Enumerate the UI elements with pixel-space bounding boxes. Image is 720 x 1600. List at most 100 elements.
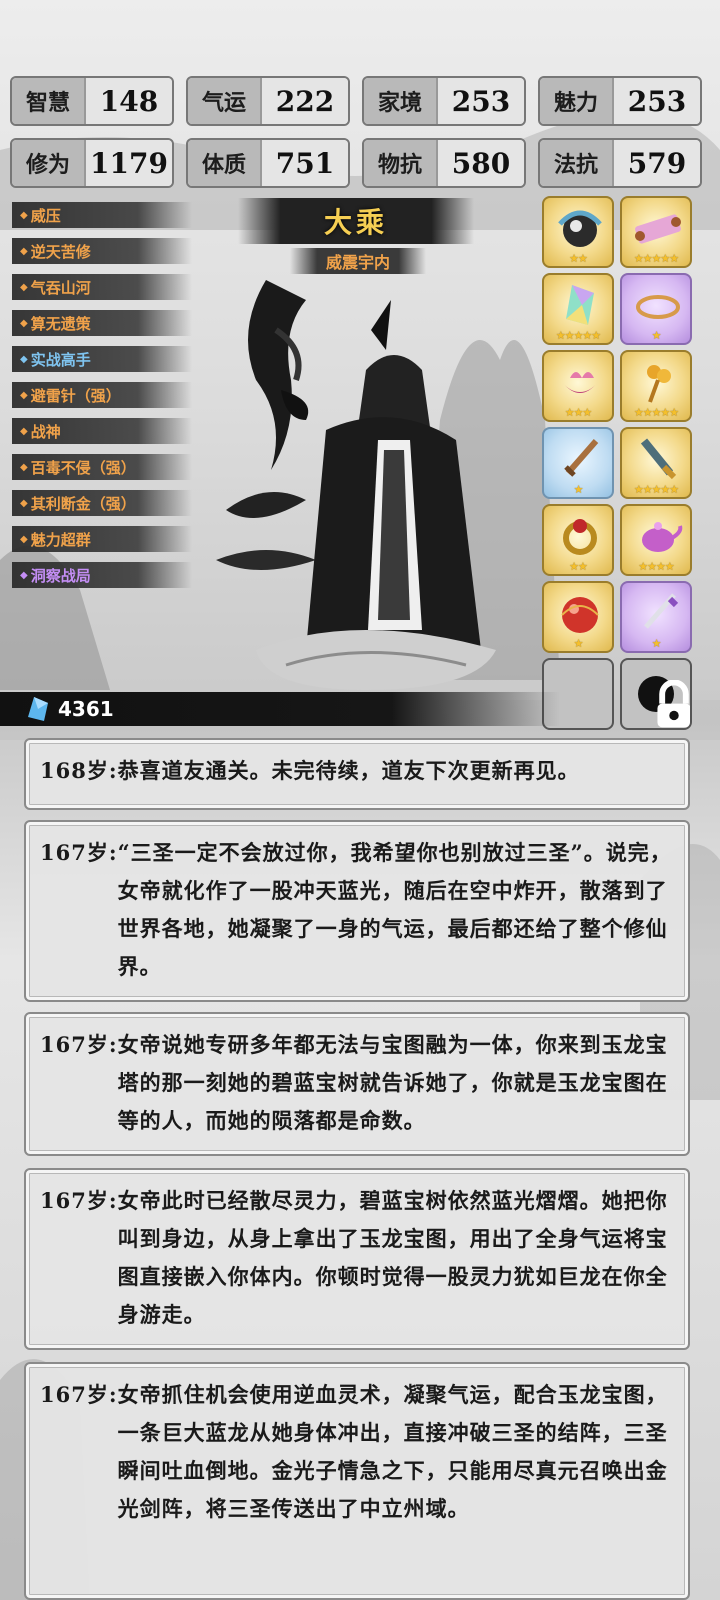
log-entry: 167岁: 女帝抓住机会使用逆血灵术，凝聚气运，配合玉龙宝图，一条巨大蓝龙从她身体… [24, 1362, 690, 1600]
stat-value: 148 [86, 78, 172, 124]
stat-label: 家境 [364, 78, 438, 124]
diamond-icon: ◆ [20, 317, 28, 329]
log-age: 167岁: [40, 1188, 118, 1213]
star-rating: ★ [651, 637, 662, 650]
stat-label: 魅力 [540, 78, 614, 124]
log-text: 女帝此时已经散尽灵力，碧蓝宝树依然蓝光熠熠。她把你叫到身边，从身上拿出了玉龙宝图… [117, 1188, 668, 1327]
item-slot-purple-sword[interactable]: ★ [620, 581, 692, 653]
item-slot-golden-ring[interactable]: ★ [620, 273, 692, 345]
stat-label: 修为 [12, 140, 86, 186]
wooden-sword-icon [564, 439, 599, 477]
skill-item[interactable]: ◆ 魅力超群 [12, 526, 192, 552]
realm-subtitle: 威震宇内 [290, 248, 426, 274]
skill-label: 算无遗策 [30, 314, 91, 333]
scroll-icon [635, 214, 681, 244]
stat-label: 法抗 [540, 140, 614, 186]
log-age: 167岁: [40, 1382, 118, 1407]
golden-ring-icon [636, 295, 680, 319]
item-slot-golden-ginseng[interactable]: ★★★★★ [620, 350, 692, 422]
item-slot-scroll[interactable]: ★★★★★ [620, 196, 692, 268]
purple-sword-icon [644, 593, 679, 629]
skill-label: 逆天苦修 [30, 242, 91, 261]
skill-item[interactable]: ◆ 避雷针（强） [12, 382, 192, 408]
ruby-ring-icon [563, 519, 597, 555]
stat-family: 家境 253 [362, 76, 526, 126]
skill-label: 避雷针（强） [30, 386, 121, 405]
diamond-icon: ◆ [20, 281, 28, 293]
log-entry: 168岁: 恭喜道友通关。未完待续，道友下次更新再见。 [24, 738, 690, 810]
skill-label: 气吞山河 [30, 278, 91, 297]
item-slot-purple-teapot[interactable]: ★★★★ [620, 504, 692, 576]
star-rating: ★★★★★ [633, 252, 679, 265]
jade-blade-icon [640, 438, 677, 480]
item-slot-dark-orb[interactable]: ★★ [542, 196, 614, 268]
skill-item[interactable]: ◆ 算无遗策 [12, 310, 192, 336]
currency-bar: 4361 [0, 692, 560, 726]
stat-label: 体质 [188, 140, 262, 186]
star-rating: ★ [573, 637, 584, 650]
star-rating: ★★★★★ [633, 406, 679, 419]
log-text: “三圣一定不会放过你，我希望你也别放过三圣”。说完，女帝就化作了一股冲天蓝光，随… [117, 840, 672, 979]
log-entry: 167岁: 女帝说她专研多年都无法与宝图融为一体，你来到玉龙宝塔的那一刻她的碧蓝宝… [24, 1012, 690, 1156]
realm-title: 大乘 [238, 198, 474, 244]
item-slot-jade-blade[interactable]: ★★★★★ [620, 427, 692, 499]
skill-item[interactable]: ◆ 战神 [12, 418, 192, 444]
stat-label: 物抗 [364, 140, 438, 186]
skill-item[interactable]: ◆ 实战高手 [12, 346, 192, 372]
stat-value: 253 [438, 78, 524, 124]
star-rating: ★★ [569, 560, 588, 573]
character-portrait [216, 280, 496, 690]
skill-label: 百毒不侵（强） [30, 458, 136, 477]
skill-item[interactable]: ◆ 洞察战局 [12, 562, 192, 588]
stat-label: 智慧 [12, 78, 86, 124]
star-rating: ★★★★ [638, 560, 674, 573]
log-text: 女帝说她专研多年都无法与宝图融为一体，你来到玉龙宝塔的那一刻她的碧蓝宝树就告诉她… [117, 1032, 668, 1133]
diamond-icon: ◆ [20, 497, 28, 509]
skill-label: 战神 [30, 422, 61, 441]
skill-item[interactable]: ◆ 百毒不侵（强） [12, 454, 192, 480]
currency-amount: 4361 [58, 697, 114, 721]
diamond-icon: ◆ [20, 245, 28, 257]
log-age: 168岁: [40, 758, 118, 783]
item-slot-red-pearl[interactable]: ★ [542, 581, 614, 653]
lotus-bowl-icon [562, 372, 598, 393]
log-entry: 167岁: 女帝此时已经散尽灵力，碧蓝宝树依然蓝光熠熠。她把你叫到身边，从身上拿出… [24, 1168, 690, 1350]
stat-constitution: 体质 751 [186, 138, 350, 188]
diamond-icon: ◆ [20, 461, 28, 473]
log-entry: 167岁: “三圣一定不会放过你，我希望你也别放过三圣”。说完，女帝就化作了一股冲… [24, 820, 690, 1002]
log-age: 167岁: [40, 840, 118, 865]
stat-label: 气运 [188, 78, 262, 124]
blue-crystal-icon [28, 697, 48, 721]
stat-luck: 气运 222 [186, 76, 350, 126]
skill-item[interactable]: ◆ 威压 [12, 202, 192, 228]
stat-cultivation: 修为 1179 [10, 138, 174, 188]
stat-value: 222 [262, 78, 348, 124]
skill-item[interactable]: ◆ 逆天苦修 [12, 238, 192, 264]
log-age: 167岁: [40, 1032, 118, 1057]
star-rating: ★ [573, 483, 584, 496]
diamond-icon: ◆ [20, 353, 28, 365]
skill-label: 实战高手 [30, 350, 91, 369]
skill-label: 魅力超群 [30, 530, 91, 549]
diamond-icon: ◆ [20, 209, 28, 221]
item-slot-ruby-ring[interactable]: ★★ [542, 504, 614, 576]
item-slot-lotus-bowl[interactable]: ★★★ [542, 350, 614, 422]
stat-physical-resist: 物抗 580 [362, 138, 526, 188]
purple-teapot-icon [642, 522, 683, 552]
stat-wisdom: 智慧 148 [10, 76, 174, 126]
star-rating: ★★★ [564, 406, 593, 419]
item-slot-locked[interactable] [620, 658, 692, 730]
item-slot-wooden-sword[interactable]: ★ [542, 427, 614, 499]
skill-item[interactable]: ◆ 气吞山河 [12, 274, 192, 300]
skill-item[interactable]: ◆ 其利断金（强） [12, 490, 192, 516]
item-slot-rainbow-crystal[interactable]: ★★★★★ [542, 273, 614, 345]
log-text: 恭喜道友通关。未完待续，道友下次更新再见。 [117, 758, 580, 783]
diamond-icon: ◆ [20, 569, 28, 581]
stat-charm: 魅力 253 [538, 76, 702, 126]
star-rating: ★ [651, 329, 662, 342]
lock-icon [638, 676, 690, 728]
stat-value: 579 [614, 140, 700, 186]
stat-magic-resist: 法抗 579 [538, 138, 702, 188]
stat-value: 580 [438, 140, 524, 186]
skill-label: 威压 [30, 206, 61, 225]
